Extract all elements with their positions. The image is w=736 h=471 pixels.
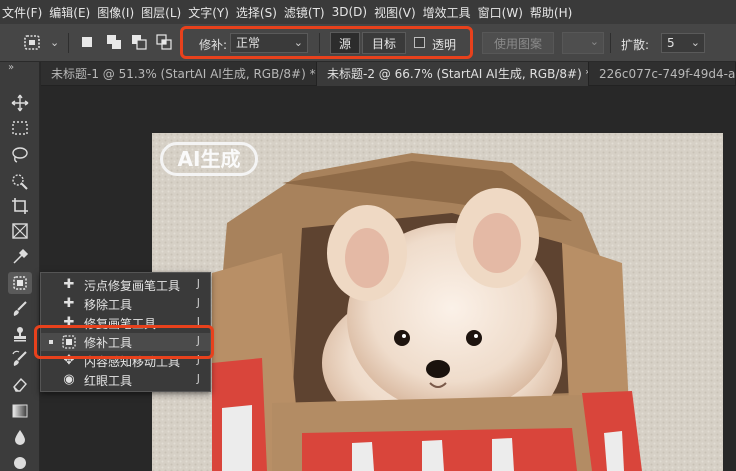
transparent-checkbox[interactable]	[414, 37, 425, 48]
menu-bar: 文件(F) 编辑(E) 图像(I) 图层(L) 文字(Y) 选择(S) 滤镜(T…	[0, 0, 736, 24]
spot-healing-brush-icon: ✚	[63, 277, 75, 292]
new-selection-icon[interactable]	[80, 35, 94, 52]
remove-tool-icon: ✚	[63, 296, 75, 311]
source-button[interactable]: 源	[330, 32, 360, 54]
lasso-tool-icon[interactable]	[8, 144, 32, 166]
tab-document-2[interactable]: 未标题-2 @ 66.7% (StartAI AI生成, RGB/8#) *	[317, 62, 589, 86]
eyedropper-tool-icon[interactable]	[8, 246, 32, 268]
menu-image[interactable]: 图像(I)	[95, 4, 139, 21]
chevron-down-icon: ⌄	[589, 35, 599, 48]
chevron-down-icon[interactable]: ⌄	[50, 36, 59, 49]
tab-label: 未标题-1 @ 51.3% (StartAI AI生成, RGB/8#) *	[51, 67, 316, 81]
blur-tool-icon[interactable]	[8, 426, 32, 448]
move-tool-icon[interactable]	[8, 92, 32, 114]
menu-item-label: 红眼工具	[84, 374, 133, 388]
patch-mode-label: 修补:	[199, 38, 228, 52]
menu-item-label: 污点修复画笔工具	[84, 279, 181, 293]
ai-generated-badge: AI生成	[160, 142, 258, 176]
patch-tool-highlight-box	[34, 325, 214, 359]
menu-edit[interactable]: 编辑(E)	[47, 4, 95, 21]
menu-item-spot-healing-brush[interactable]: ✚ 污点修复画笔工具 J	[41, 276, 210, 294]
subtract-from-selection-icon[interactable]	[131, 34, 147, 53]
target-button[interactable]: 目标	[362, 32, 406, 54]
menu-file[interactable]: 文件(F)	[0, 4, 47, 21]
gradient-tool-icon[interactable]	[8, 400, 32, 422]
menu-help[interactable]: 帮助(H)	[528, 4, 577, 21]
history-brush-tool-icon[interactable]	[8, 348, 32, 370]
tab-label: 226c077c-749f-49d4-a78	[599, 67, 736, 81]
options-bar: ⌄ 修补: 正常 ⌄ 源 目标 透明 使用图案 ⌄ 扩散: 5 ⌄	[0, 24, 736, 62]
canvas-image[interactable]	[152, 133, 723, 471]
menu-item-red-eye[interactable]: ◉ 红眼工具 J	[41, 371, 210, 389]
intersect-selection-icon[interactable]	[156, 34, 172, 53]
red-eye-icon: ◉	[63, 372, 75, 387]
diffusion-dropdown[interactable]: 5 ⌄	[661, 33, 705, 53]
toolbar: »	[0, 62, 40, 471]
transparent-label: 透明	[432, 38, 457, 52]
tab-label: 未标题-2 @ 66.7% (StartAI AI生成, RGB/8#) *	[327, 67, 589, 81]
eraser-tool-icon[interactable]	[8, 373, 32, 395]
chevron-down-icon: ⌄	[690, 36, 700, 49]
document-tabs: 未标题-1 @ 51.3% (StartAI AI生成, RGB/8#) * 未…	[41, 62, 736, 86]
chevron-down-icon: ⌄	[293, 36, 303, 49]
quick-select-tool-icon[interactable]	[8, 170, 32, 192]
patch-mode-value: 正常	[236, 36, 261, 50]
menu-filter[interactable]: 滤镜(T)	[282, 4, 330, 21]
patch-tool-preset-icon[interactable]	[22, 33, 44, 53]
patch-tool-icon[interactable]	[8, 272, 32, 294]
menu-window[interactable]: 窗口(W)	[476, 4, 528, 21]
menu-plugins[interactable]: 增效工具	[421, 4, 476, 21]
dodge-tool-icon[interactable]	[8, 452, 32, 471]
shortcut-key: J	[196, 296, 200, 309]
marquee-tool-icon[interactable]	[8, 117, 32, 139]
menu-layer[interactable]: 图层(L)	[139, 4, 186, 21]
menu-view[interactable]: 视图(V)	[372, 4, 421, 21]
expand-panel-icon[interactable]: »	[8, 62, 14, 73]
diffusion-label: 扩散:	[621, 38, 650, 52]
shortcut-key: J	[196, 277, 200, 290]
add-to-selection-icon[interactable]	[106, 34, 122, 53]
menu-item-label: 移除工具	[84, 298, 133, 312]
tab-document-1[interactable]: 未标题-1 @ 51.3% (StartAI AI生成, RGB/8#) *	[41, 62, 317, 86]
pattern-picker[interactable]: ⌄	[562, 32, 604, 54]
diffusion-value: 5	[667, 36, 675, 50]
frame-tool-icon[interactable]	[8, 220, 32, 242]
clone-stamp-tool-icon[interactable]	[8, 323, 32, 345]
menu-3d[interactable]: 3D(D)	[330, 5, 372, 19]
brush-tool-icon[interactable]	[8, 298, 32, 320]
tab-document-3[interactable]: 226c077c-749f-49d4-a78	[589, 62, 736, 86]
use-pattern-button[interactable]: 使用图案	[482, 32, 554, 54]
shortcut-key: J	[196, 372, 200, 385]
menu-select[interactable]: 选择(S)	[234, 4, 282, 21]
patch-mode-dropdown[interactable]: 正常 ⌄	[230, 33, 308, 53]
crop-tool-icon[interactable]	[8, 195, 32, 217]
menu-item-remove-tool[interactable]: ✚ 移除工具 J	[41, 295, 210, 313]
menu-type[interactable]: 文字(Y)	[186, 4, 234, 21]
